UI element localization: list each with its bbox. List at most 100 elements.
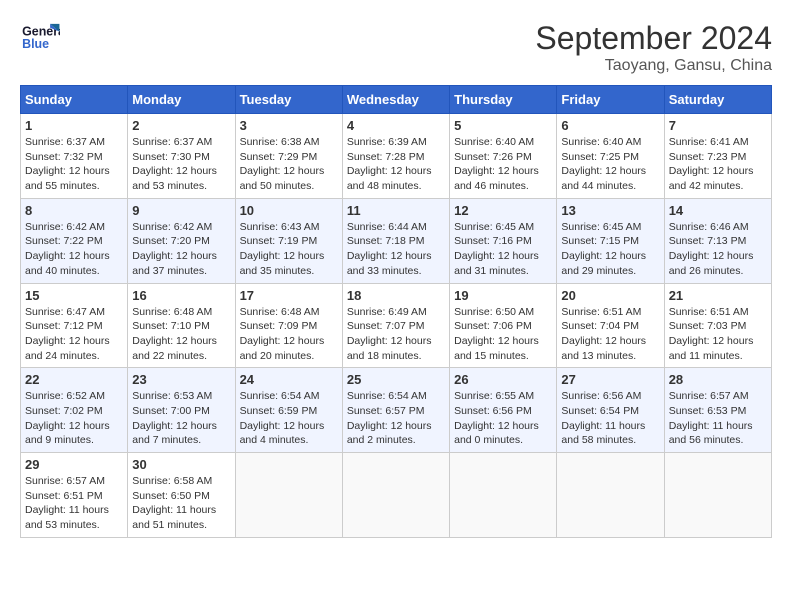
day-number: 30 [132, 457, 230, 472]
day-info: Sunrise: 6:54 AM Sunset: 6:59 PM Dayligh… [240, 389, 338, 448]
calendar-week-3: 22Sunrise: 6:52 AM Sunset: 7:02 PM Dayli… [21, 368, 772, 453]
svg-text:Blue: Blue [22, 37, 49, 51]
weekday-header-monday: Monday [128, 86, 235, 114]
day-info: Sunrise: 6:54 AM Sunset: 6:57 PM Dayligh… [347, 389, 445, 448]
day-info: Sunrise: 6:40 AM Sunset: 7:25 PM Dayligh… [561, 135, 659, 194]
calendar-cell [557, 453, 664, 538]
location-title: Taoyang, Gansu, China [535, 57, 772, 75]
day-info: Sunrise: 6:51 AM Sunset: 7:04 PM Dayligh… [561, 305, 659, 364]
day-info: Sunrise: 6:46 AM Sunset: 7:13 PM Dayligh… [669, 220, 767, 279]
calendar-cell: 14 Sunrise: 6:46 AM Sunset: 7:13 PM Dayli… [664, 198, 771, 283]
day-number: 19 [454, 288, 552, 303]
logo: General Blue [20, 20, 64, 55]
day-number: 27 [561, 372, 659, 387]
weekday-header-friday: Friday [557, 86, 664, 114]
day-info: Sunrise: 6:42 AM Sunset: 7:20 PM Dayligh… [132, 220, 230, 279]
weekday-header-wednesday: Wednesday [342, 86, 449, 114]
calendar-cell: 8 Sunrise: 6:42 AM Sunset: 7:22 PM Daylig… [21, 198, 128, 283]
title-area: September 2024 Taoyang, Gansu, China [535, 20, 772, 75]
calendar-week-0: 1 Sunrise: 6:37 AM Sunset: 7:32 PM Daylig… [21, 114, 772, 199]
day-number: 16 [132, 288, 230, 303]
day-number: 12 [454, 203, 552, 218]
calendar-cell: 5 Sunrise: 6:40 AM Sunset: 7:26 PM Daylig… [450, 114, 557, 199]
calendar-cell: 26 Sunrise: 6:55 AM Sunset: 6:56 PM Dayli… [450, 368, 557, 453]
calendar-cell: 18 Sunrise: 6:49 AM Sunset: 7:07 PM Dayli… [342, 283, 449, 368]
day-number: 23 [132, 372, 230, 387]
calendar-week-1: 8 Sunrise: 6:42 AM Sunset: 7:22 PM Daylig… [21, 198, 772, 283]
day-info: Sunrise: 6:53 AM Sunset: 7:00 PM Dayligh… [132, 389, 230, 448]
calendar-cell: 10Sunrise: 6:43 AM Sunset: 7:19 PM Dayli… [235, 198, 342, 283]
day-info: Sunrise: 6:42 AM Sunset: 7:22 PM Dayligh… [25, 220, 123, 279]
day-info: Sunrise: 6:43 AM Sunset: 7:19 PM Dayligh… [240, 220, 338, 279]
day-number: 26 [454, 372, 552, 387]
calendar-cell [664, 453, 771, 538]
day-number: 1 [25, 118, 123, 133]
weekday-header-tuesday: Tuesday [235, 86, 342, 114]
day-number: 4 [347, 118, 445, 133]
day-info: Sunrise: 6:49 AM Sunset: 7:07 PM Dayligh… [347, 305, 445, 364]
calendar-cell: 16 Sunrise: 6:48 AM Sunset: 7:10 PM Dayli… [128, 283, 235, 368]
calendar-cell: 3 Sunrise: 6:38 AM Sunset: 7:29 PM Daylig… [235, 114, 342, 199]
calendar-cell [235, 453, 342, 538]
calendar-cell: 17 Sunrise: 6:48 AM Sunset: 7:09 PM Dayli… [235, 283, 342, 368]
day-info: Sunrise: 6:58 AM Sunset: 6:50 PM Dayligh… [132, 474, 230, 533]
day-number: 7 [669, 118, 767, 133]
calendar-cell: 9 Sunrise: 6:42 AM Sunset: 7:20 PM Daylig… [128, 198, 235, 283]
calendar-cell [450, 453, 557, 538]
calendar-cell: 21Sunrise: 6:51 AM Sunset: 7:03 PM Dayli… [664, 283, 771, 368]
day-number: 28 [669, 372, 767, 387]
calendar-cell: 25 Sunrise: 6:54 AM Sunset: 6:57 PM Dayli… [342, 368, 449, 453]
calendar-cell: 23 Sunrise: 6:53 AM Sunset: 7:00 PM Dayli… [128, 368, 235, 453]
day-number: 17 [240, 288, 338, 303]
calendar-cell: 24Sunrise: 6:54 AM Sunset: 6:59 PM Dayli… [235, 368, 342, 453]
calendar-cell: 29 Sunrise: 6:57 AM Sunset: 6:51 PM Dayli… [21, 453, 128, 538]
day-number: 5 [454, 118, 552, 133]
day-number: 29 [25, 457, 123, 472]
logo-icon: General Blue [20, 20, 60, 55]
day-number: 9 [132, 203, 230, 218]
day-number: 2 [132, 118, 230, 133]
calendar-cell: 22Sunrise: 6:52 AM Sunset: 7:02 PM Dayli… [21, 368, 128, 453]
day-info: Sunrise: 6:45 AM Sunset: 7:15 PM Dayligh… [561, 220, 659, 279]
day-number: 14 [669, 203, 767, 218]
calendar-cell: 27Sunrise: 6:56 AM Sunset: 6:54 PM Dayli… [557, 368, 664, 453]
day-number: 22 [25, 372, 123, 387]
day-info: Sunrise: 6:45 AM Sunset: 7:16 PM Dayligh… [454, 220, 552, 279]
calendar-cell: 2 Sunrise: 6:37 AM Sunset: 7:30 PM Daylig… [128, 114, 235, 199]
day-number: 18 [347, 288, 445, 303]
day-number: 21 [669, 288, 767, 303]
day-info: Sunrise: 6:40 AM Sunset: 7:26 PM Dayligh… [454, 135, 552, 194]
day-info: Sunrise: 6:48 AM Sunset: 7:09 PM Dayligh… [240, 305, 338, 364]
day-info: Sunrise: 6:47 AM Sunset: 7:12 PM Dayligh… [25, 305, 123, 364]
calendar-cell: 1 Sunrise: 6:37 AM Sunset: 7:32 PM Daylig… [21, 114, 128, 199]
day-info: Sunrise: 6:37 AM Sunset: 7:30 PM Dayligh… [132, 135, 230, 194]
weekday-header-row: SundayMondayTuesdayWednesdayThursdayFrid… [21, 86, 772, 114]
month-title: September 2024 [535, 20, 772, 57]
calendar-cell: 19Sunrise: 6:50 AM Sunset: 7:06 PM Dayli… [450, 283, 557, 368]
day-number: 25 [347, 372, 445, 387]
day-info: Sunrise: 6:57 AM Sunset: 6:51 PM Dayligh… [25, 474, 123, 533]
day-info: Sunrise: 6:39 AM Sunset: 7:28 PM Dayligh… [347, 135, 445, 194]
day-number: 13 [561, 203, 659, 218]
calendar-cell: 28Sunrise: 6:57 AM Sunset: 6:53 PM Dayli… [664, 368, 771, 453]
calendar-week-4: 29 Sunrise: 6:57 AM Sunset: 6:51 PM Dayli… [21, 453, 772, 538]
weekday-header-sunday: Sunday [21, 86, 128, 114]
day-number: 3 [240, 118, 338, 133]
calendar-cell: 6Sunrise: 6:40 AM Sunset: 7:25 PM Daylig… [557, 114, 664, 199]
calendar-week-2: 15 Sunrise: 6:47 AM Sunset: 7:12 PM Dayli… [21, 283, 772, 368]
day-info: Sunrise: 6:38 AM Sunset: 7:29 PM Dayligh… [240, 135, 338, 194]
calendar-cell: 30 Sunrise: 6:58 AM Sunset: 6:50 PM Dayli… [128, 453, 235, 538]
day-number: 8 [25, 203, 123, 218]
day-info: Sunrise: 6:48 AM Sunset: 7:10 PM Dayligh… [132, 305, 230, 364]
calendar-cell: 20Sunrise: 6:51 AM Sunset: 7:04 PM Dayli… [557, 283, 664, 368]
header: General Blue September 2024 Taoyang, Gan… [20, 20, 772, 75]
weekday-header-thursday: Thursday [450, 86, 557, 114]
calendar-cell [342, 453, 449, 538]
day-info: Sunrise: 6:41 AM Sunset: 7:23 PM Dayligh… [669, 135, 767, 194]
day-number: 15 [25, 288, 123, 303]
weekday-header-saturday: Saturday [664, 86, 771, 114]
calendar-cell: 11Sunrise: 6:44 AM Sunset: 7:18 PM Dayli… [342, 198, 449, 283]
day-info: Sunrise: 6:55 AM Sunset: 6:56 PM Dayligh… [454, 389, 552, 448]
calendar-cell: 12 Sunrise: 6:45 AM Sunset: 7:16 PM Dayli… [450, 198, 557, 283]
day-info: Sunrise: 6:37 AM Sunset: 7:32 PM Dayligh… [25, 135, 123, 194]
